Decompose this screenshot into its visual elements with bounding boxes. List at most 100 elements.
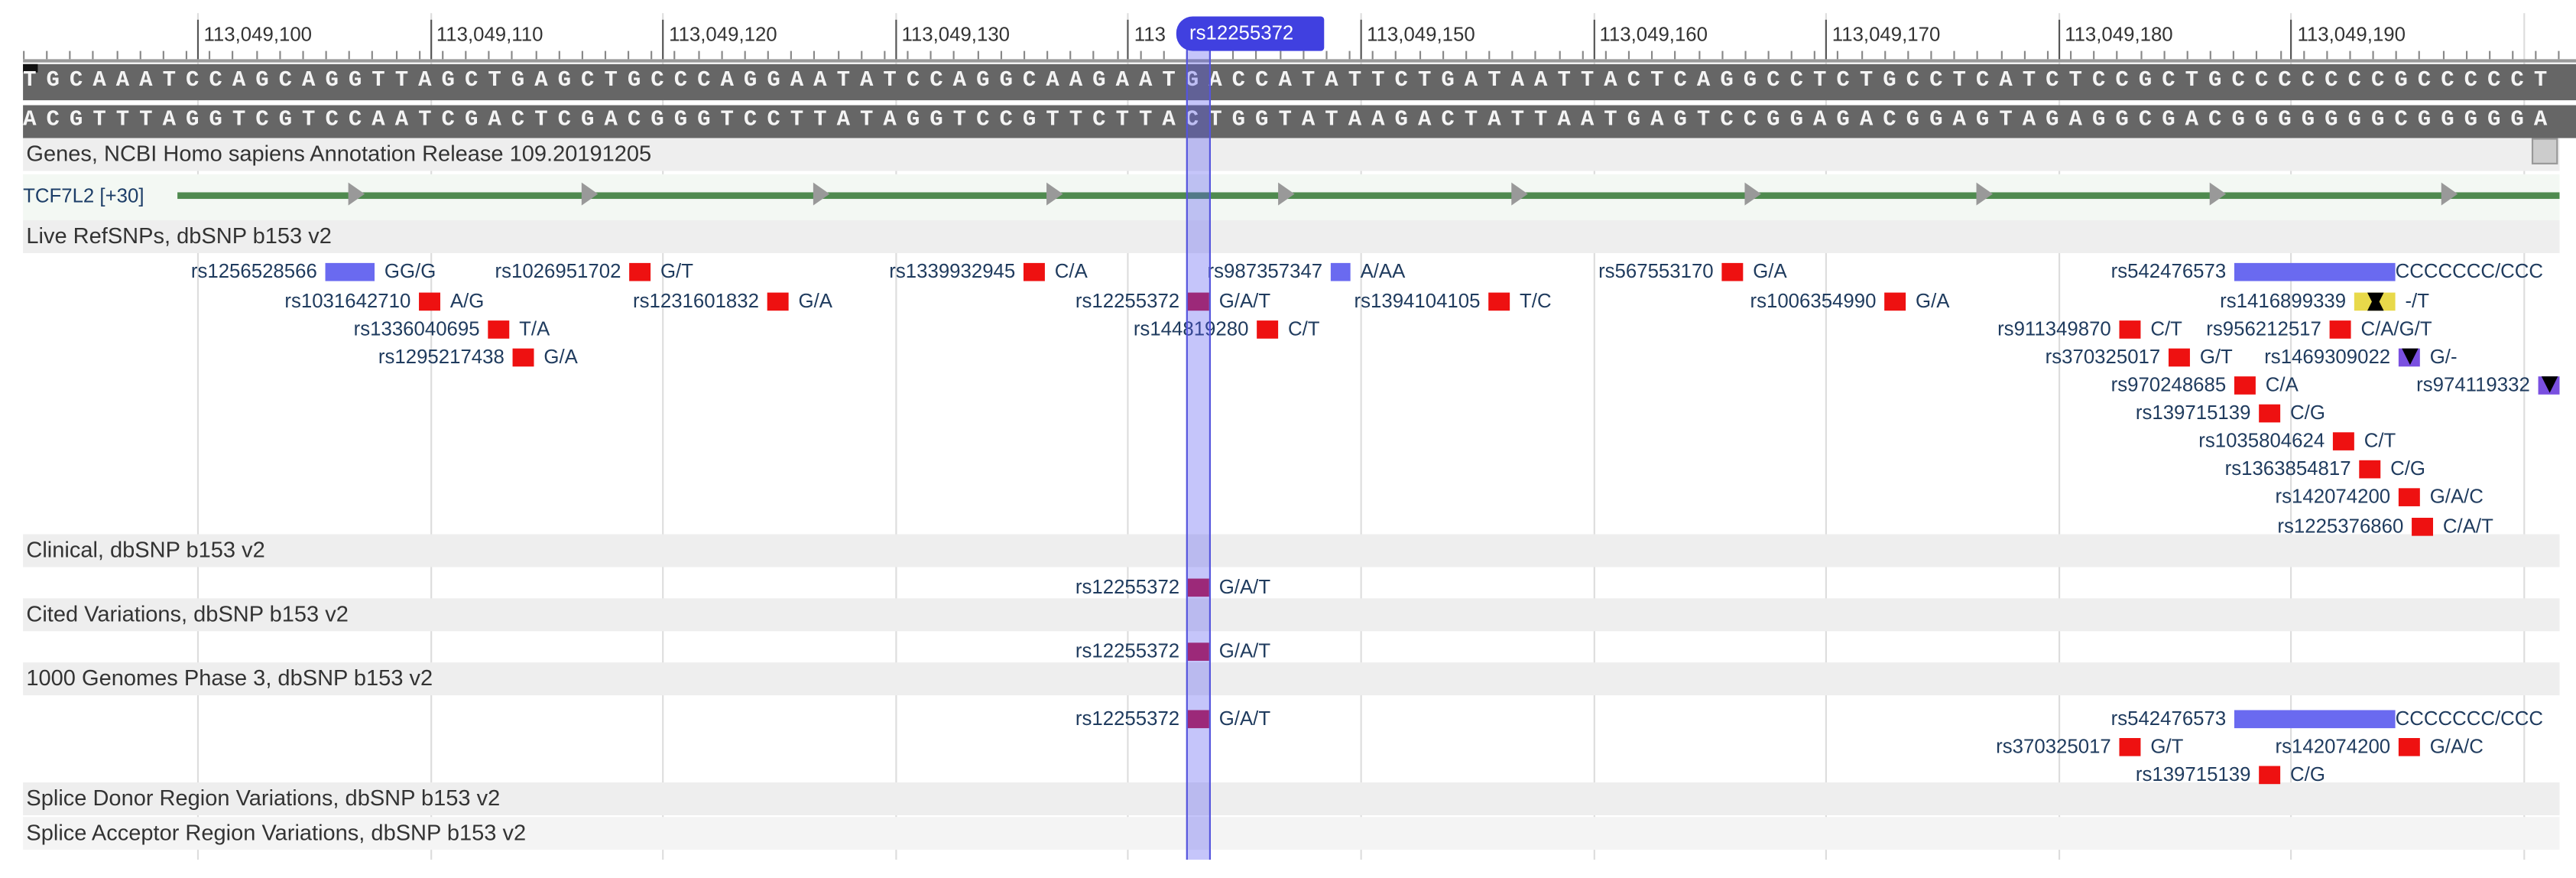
snp-id-label[interactable]: rs1339932945 (889, 260, 1015, 283)
snp-id-label[interactable]: rs1363854817 (2225, 457, 2351, 480)
snp-feature[interactable]: rs1231601832 G/A (633, 289, 832, 312)
snp-id-label[interactable]: rs139715139 (2136, 763, 2251, 785)
snp-feature[interactable]: rs1026951702 G/T (495, 260, 693, 283)
snp-id-label[interactable]: rs1256528566 (191, 260, 317, 283)
snp-id-label[interactable]: rs12255372 (1075, 575, 1179, 598)
snp-id-label[interactable]: rs1394104105 (1355, 289, 1481, 312)
snv-marker-icon[interactable] (2329, 320, 2351, 339)
snv-marker-icon[interactable] (2398, 738, 2420, 756)
snp-id-label[interactable]: rs542476573 (2111, 707, 2227, 730)
track-header-genes[interactable]: Genes, NCBI Homo sapiens Annotation Rele… (23, 138, 2560, 171)
snv-marker-icon[interactable] (2359, 460, 2381, 479)
snp-id-label[interactable]: rs987357347 (1208, 260, 1323, 283)
snv-marker-icon[interactable] (488, 320, 510, 339)
snp-feature[interactable]: rs144819280 C/T (1134, 317, 1320, 340)
snp-feature[interactable]: rs1363854817 C/G (2225, 457, 2425, 480)
snp-feature[interactable]: rs1339932945 C/A (889, 260, 1088, 283)
snv-marker-icon[interactable] (2412, 518, 2434, 536)
snp-feature[interactable]: rs370325017 G/T (1996, 735, 2183, 758)
snv-marker-icon[interactable] (2119, 320, 2141, 339)
snp-feature[interactable]: rs542476573 CCCCCCC/CCC (2111, 707, 2543, 730)
snp-feature[interactable]: rs142074200 G/A/C (2276, 485, 2484, 508)
insertion-marker-icon[interactable] (325, 262, 375, 281)
snp-feature[interactable]: rs1469309022 G/- (2264, 345, 2457, 368)
snv-marker-icon[interactable] (2259, 766, 2281, 785)
gene-label[interactable]: TCF7L2 [+30] (23, 184, 144, 207)
track-header-1000-genomes[interactable]: 1000 Genomes Phase 3, dbSNP b153 v2 (23, 662, 2560, 696)
snp-id-label[interactable]: rs1035804624 (2198, 429, 2325, 452)
snv-marker-icon[interactable] (512, 348, 534, 367)
snp-feature[interactable]: rs139715139 C/G (2136, 401, 2325, 424)
snp-id-label[interactable]: rs1006354990 (1750, 289, 1877, 312)
snp-id-label[interactable]: rs142074200 (2276, 485, 2391, 508)
snp-feature[interactable]: rs1394104105 T/C (1355, 289, 1552, 312)
snp-feature[interactable]: rs1035804624 C/T (2198, 429, 2396, 452)
snp-id-label[interactable]: rs956212517 (2206, 317, 2321, 340)
snp-feature[interactable]: rs974119332 (2416, 373, 2560, 396)
snp-feature[interactable]: rs139715139 C/G (2136, 763, 2325, 785)
track-settings-icon[interactable] (2531, 138, 2558, 164)
snp-id-label[interactable]: rs1026951702 (495, 260, 621, 283)
snp-feature[interactable]: rs1225376860 C/A/T (2277, 515, 2493, 538)
snp-feature[interactable]: rs956212517 C/A/G/T (2206, 317, 2432, 340)
snp-id-label[interactable]: rs1295217438 (378, 345, 504, 368)
track-header-splice-donor[interactable]: Splice Donor Region Variations, dbSNP b1… (23, 782, 2560, 816)
snv-marker-icon[interactable] (1884, 292, 1906, 311)
selected-variant-marker[interactable]: rs12255372 (1176, 16, 1325, 51)
snp-id-label[interactable]: rs12255372 (1075, 707, 1179, 730)
snp-id-label[interactable]: rs970248685 (2111, 373, 2227, 396)
snv-marker-icon[interactable] (1488, 292, 1510, 311)
snp-id-label[interactable]: rs911349870 (1997, 317, 2111, 340)
snp-id-label[interactable]: rs12255372 (1075, 289, 1179, 312)
gene-feature-tcf7l2[interactable] (177, 192, 2560, 200)
snv-marker-icon[interactable] (2332, 432, 2354, 450)
snv-marker-icon[interactable] (1721, 262, 1744, 281)
deletion-marker-icon[interactable] (2538, 376, 2560, 395)
snp-id-label[interactable]: rs12255372 (1075, 639, 1179, 662)
snv-marker-icon[interactable] (2259, 404, 2281, 423)
snp-id-label[interactable]: rs1416899339 (2220, 289, 2346, 312)
snp-id-label[interactable]: rs542476573 (2111, 260, 2227, 283)
track-header-cited[interactable]: Cited Variations, dbSNP b153 v2 (23, 598, 2560, 632)
snp-id-label[interactable]: rs1031642710 (284, 289, 410, 312)
snv-marker-icon[interactable] (2398, 488, 2420, 506)
snp-feature[interactable]: rs370325017 G/T (2046, 345, 2233, 368)
snp-id-label[interactable]: rs139715139 (2136, 401, 2251, 424)
snp-id-label[interactable]: rs142074200 (2276, 735, 2391, 758)
snp-feature[interactable]: rs1336040695 T/A (354, 317, 550, 340)
snp-feature[interactable]: rs970248685 C/A (2111, 373, 2299, 396)
ins-point-marker-icon[interactable] (2354, 292, 2396, 311)
snp-id-label[interactable]: rs1231601832 (633, 289, 759, 312)
snp-id-label[interactable]: rs1225376860 (2277, 515, 2403, 538)
track-header-live-refsnps[interactable]: Live RefSNPs, dbSNP b153 v2 (23, 220, 2560, 253)
snp-id-label[interactable]: rs567553170 (1598, 260, 1714, 283)
snp-id-label[interactable]: rs974119332 (2416, 373, 2530, 396)
snp-feature[interactable]: rs911349870 C/T (1997, 317, 2182, 340)
snp-id-label[interactable]: rs1336040695 (354, 317, 480, 340)
snv-marker-icon[interactable] (2119, 738, 2141, 756)
snp-feature[interactable]: rs1006354990 G/A (1750, 289, 1950, 312)
snp-id-label[interactable]: rs1469309022 (2264, 345, 2390, 368)
snp-feature[interactable]: rs1416899339 -/T (2220, 289, 2429, 312)
snp-id-label[interactable]: rs370325017 (1996, 735, 2111, 758)
insertion-marker-icon[interactable] (2234, 262, 2396, 281)
snp-feature[interactable]: rs567553170 G/A (1598, 260, 1787, 283)
snv-marker-icon[interactable] (629, 262, 651, 281)
snp-feature[interactable]: rs1256528566 GG/G (191, 260, 436, 283)
snv-marker-icon[interactable] (2168, 348, 2190, 367)
deletion-marker-icon[interactable] (2398, 348, 2420, 367)
snv-marker-icon[interactable] (767, 292, 789, 311)
track-header-splice-acceptor[interactable]: Splice Acceptor Region Variations, dbSNP… (23, 817, 2560, 850)
insertion-marker-icon[interactable] (2234, 710, 2396, 729)
snp-feature[interactable]: rs987357347 A/AA (1208, 260, 1406, 283)
snv-marker-icon[interactable] (1257, 320, 1279, 339)
track-header-clinical[interactable]: Clinical, dbSNP b153 v2 (23, 534, 2560, 567)
insertion-marker-icon[interactable] (1330, 262, 1351, 281)
snp-id-label[interactable]: rs370325017 (2046, 345, 2161, 368)
snp-feature[interactable]: rs1295217438 G/A (378, 345, 578, 368)
snp-feature[interactable]: rs1031642710 A/G (284, 289, 484, 312)
snv-marker-icon[interactable] (1023, 262, 1045, 281)
snv-marker-icon[interactable] (419, 292, 440, 311)
snp-feature[interactable]: rs142074200 G/A/C (2276, 735, 2484, 758)
snp-feature[interactable]: rs542476573 CCCCCCC/CCC (2111, 260, 2543, 283)
